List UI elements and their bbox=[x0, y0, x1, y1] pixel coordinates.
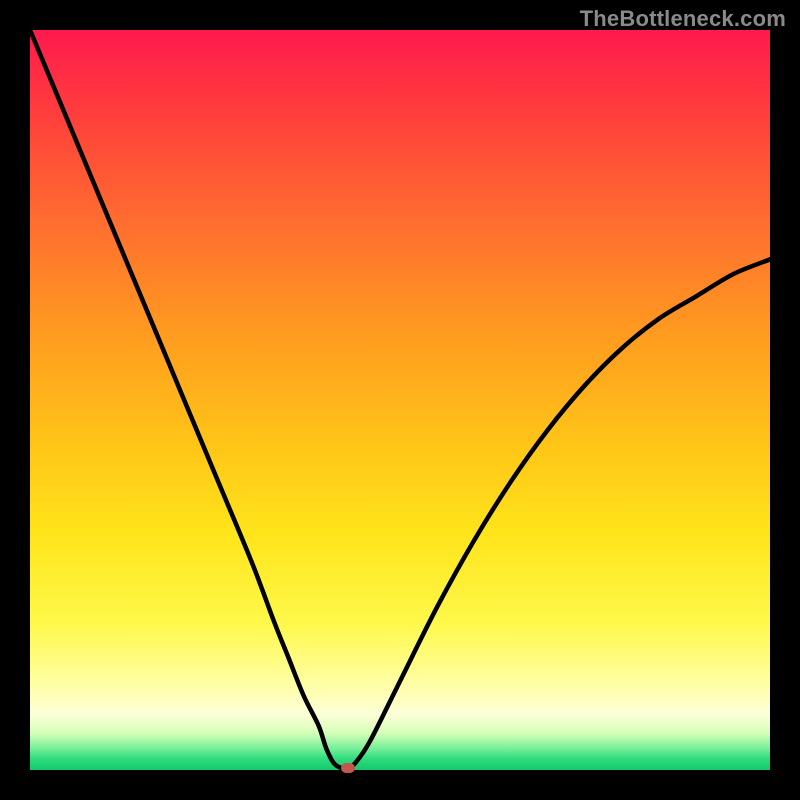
bottleneck-curve bbox=[30, 30, 770, 770]
chart-container: TheBottleneck.com bbox=[0, 0, 800, 800]
minimum-marker bbox=[341, 763, 355, 773]
watermark-text: TheBottleneck.com bbox=[580, 6, 786, 32]
